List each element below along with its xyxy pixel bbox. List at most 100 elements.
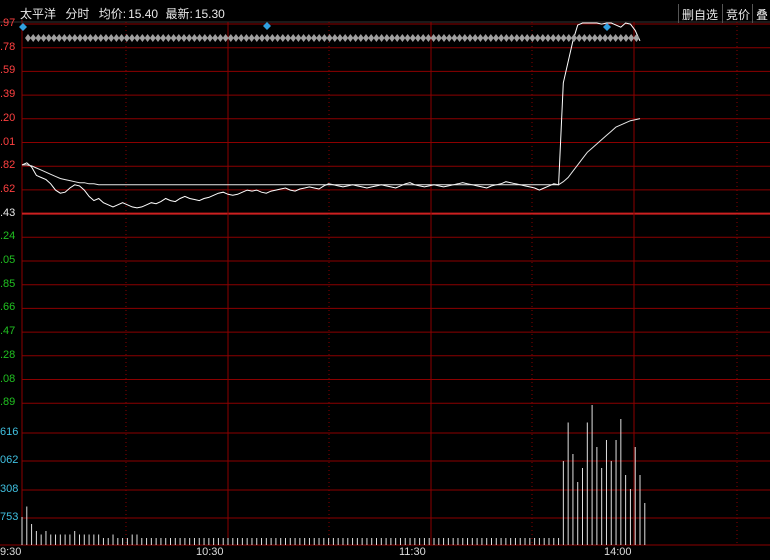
- marker-diamond: [612, 34, 619, 42]
- marker-diamond: [87, 34, 94, 42]
- marker-diamond: [290, 34, 297, 42]
- time-tick-label: 10:30: [196, 546, 224, 558]
- price-tick-label: .01: [0, 135, 16, 148]
- marker-diamond: [487, 34, 494, 42]
- marker-diamond: [617, 34, 624, 42]
- latest-price-label: 最新:: [165, 7, 193, 21]
- marker-diamond: [467, 34, 473, 42]
- marker-diamond: [498, 34, 505, 42]
- marker-diamond: [113, 34, 120, 42]
- marker-diamond: [175, 34, 182, 42]
- marker-diamond: [134, 34, 141, 42]
- marker-diamond: [368, 34, 375, 42]
- marker-diamond: [82, 34, 89, 42]
- marker-diamond: [300, 34, 307, 42]
- marker-diamond: [212, 34, 219, 42]
- price-tick-label: .89: [0, 396, 16, 409]
- marker-diamond: [149, 34, 156, 42]
- marker-diamond: [165, 34, 172, 42]
- marker-diamond: [61, 34, 68, 42]
- marker-diamond: [160, 34, 167, 42]
- marker-diamond: [238, 34, 245, 42]
- avg-price-value: 15.40: [128, 7, 159, 21]
- marker-diamond: [269, 34, 276, 42]
- price-tick-label: .82: [0, 159, 16, 172]
- price-tick-label: .20: [0, 111, 16, 124]
- avg-price-label: 均价:: [98, 7, 127, 21]
- marker-diamond: [227, 34, 234, 42]
- marker-diamond: [550, 34, 557, 42]
- marker-diamond: [493, 34, 499, 42]
- marker-diamond: [571, 34, 577, 42]
- marker-diamond: [451, 34, 458, 42]
- overlay-button[interactable]: 叠: [752, 4, 770, 23]
- marker-diamond: [285, 34, 291, 42]
- price-tick-label: .97: [0, 17, 16, 29]
- marker-diamond: [331, 34, 338, 42]
- series-line: [22, 118, 641, 186]
- marker-diamond: [139, 34, 146, 42]
- marker-diamond: [519, 34, 525, 42]
- volume-tick-label: 753: [0, 511, 19, 523]
- marker-diamond: [404, 34, 411, 42]
- marker-diamond: [555, 34, 562, 42]
- marker-diamond: [503, 34, 510, 42]
- marker-diamond: [66, 34, 73, 42]
- auction-button[interactable]: 竞价: [722, 4, 753, 23]
- time-tick-label: 14:00: [604, 546, 632, 558]
- marker-diamond: [56, 34, 63, 42]
- marker-diamond: [305, 34, 312, 42]
- marker-diamond: [243, 34, 250, 42]
- chart-header: 太平洋 分时 均价: 15.40 最新: 15.30: [20, 5, 231, 22]
- marker-diamond: [248, 34, 255, 42]
- chart-mode: 分时: [65, 7, 90, 21]
- volume-tick-label: 308: [0, 483, 19, 495]
- marker-diamond: [342, 34, 349, 42]
- marker-diamond: [394, 34, 401, 42]
- marker-diamond: [253, 34, 260, 42]
- marker-diamond: [279, 34, 286, 42]
- volume-tick-label: 062: [0, 454, 19, 466]
- price-tick-label: .28: [0, 348, 16, 361]
- marker-diamond: [352, 34, 359, 42]
- marker-diamond: [118, 34, 125, 42]
- marker-diamond: [25, 34, 31, 42]
- latest-price-value: 15.30: [194, 7, 225, 21]
- marker-diamond: [207, 34, 213, 42]
- price-tick-label: .59: [0, 64, 16, 77]
- stock-name: 太平洋: [20, 7, 57, 21]
- marker-diamond: [186, 34, 193, 42]
- marker-diamond: [477, 34, 484, 42]
- marker-diamond: [524, 34, 531, 42]
- marker-diamond: [373, 34, 380, 42]
- marker-diamond: [92, 34, 99, 42]
- delete-watchlist-button[interactable]: 删自选: [678, 4, 721, 23]
- marker-diamond: [441, 34, 447, 42]
- marker-diamond: [71, 34, 78, 42]
- marker-diamond: [576, 34, 583, 42]
- marker-diamond: [472, 34, 479, 42]
- intraday-chart[interactable]: [0, 0, 770, 560]
- marker-diamond: [560, 34, 567, 42]
- intraday-chart-window: 太平洋 分时 均价: 15.40 最新: 15.30 删自选 竞价 叠 .97 .78…: [0, 0, 770, 560]
- marker-diamond: [545, 34, 551, 42]
- marker-diamond: [581, 34, 588, 42]
- marker-diamond: [446, 34, 453, 42]
- marker-diamond: [35, 34, 42, 42]
- marker-diamond: [326, 34, 333, 42]
- marker-diamond: [103, 34, 109, 42]
- marker-diamond: [628, 34, 635, 42]
- marker-diamond: [233, 34, 239, 42]
- marker-diamond: [357, 34, 364, 42]
- marker-diamond: [378, 34, 385, 42]
- marker-diamond: [123, 34, 130, 42]
- marker-diamond: [482, 34, 489, 42]
- marker-diamond: [420, 34, 427, 42]
- marker-diamond: [77, 34, 83, 42]
- price-tick-label: .08: [0, 372, 16, 385]
- marker-diamond: [170, 34, 177, 42]
- marker-diamond: [534, 34, 541, 42]
- price-tick-label: .24: [0, 230, 16, 243]
- marker-diamond: [155, 34, 161, 42]
- marker-diamond: [97, 34, 104, 42]
